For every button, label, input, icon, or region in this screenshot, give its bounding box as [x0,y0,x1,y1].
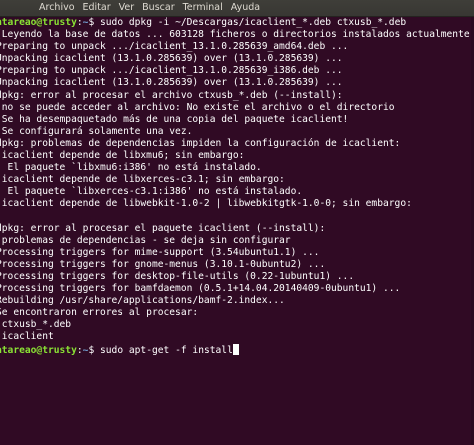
output-line: dpkg: error al procesar el paquete icacl… [0,222,326,234]
menu-archivo[interactable]: Archivo [35,0,79,16]
output-line: icaclient depende de libxerces-c3.1; sin… [0,174,285,186]
prompt-command: sudo apt-get -f install [100,344,233,356]
output-line: icaclient [0,331,54,343]
output-line: dpkg: error al procesar el archivo ctxus… [0,89,343,101]
command-prompt-line: atareao@trusty:~$ sudo apt-get -f instal… [0,343,474,356]
menu-editar[interactable]: Editar [79,0,115,16]
prompt-symbol: $ [88,17,95,28]
menu-ayuda[interactable]: Ayuda [227,0,264,16]
output-line: Rebuilding /usr/share/applications/bamf-… [0,295,285,307]
output-line: Se configurará solamente una vez. [0,125,193,137]
output-line: dpkg: problemas de dependencias impiden … [0,137,401,149]
output-line: El paquete `libxerces-c3.1:i386' no está… [0,186,303,198]
output-line: Unpacking icaclient (13.1.0.285639) over… [0,53,343,65]
output-line: (Leyendo la base de datos ... 603128 fic… [0,29,474,41]
output-line: Processing triggers for bamfdaemon (0.5.… [0,283,401,295]
output-line: Preparing to unpack .../icaclient_13.1.0… [0,65,343,77]
prompt-user: atareao@trusty [0,344,77,356]
output-line: no se puede acceder al archivo: No exist… [0,101,395,113]
menu-bar: Archivo Editar Ver Buscar Terminal Ayuda [0,0,474,17]
terminal-window: Archivo Editar Ver Buscar Terminal Ayuda… [0,0,474,445]
menu-terminal[interactable]: Terminal [179,0,227,16]
output-line: problemas de dependencias - se deja sin … [0,234,291,246]
menu-ver[interactable]: Ver [115,0,139,16]
menu-buscar[interactable]: Buscar [138,0,178,16]
output-line: Se encontraron errores al procesar: [0,307,199,319]
output-line: Processing triggers for gnome-menus (3.1… [0,258,326,270]
prompt-symbol: $ [88,344,95,356]
output-line: icaclient depende de libxmu6; sin embarg… [0,150,245,162]
output-line: Processing triggers for desktop-file-uti… [0,270,355,282]
text-cursor [232,343,239,355]
output-line: ctxusb_*.deb [0,319,72,331]
prompt-user: atareao@trusty [0,17,77,28]
output-line: Processing triggers for mime-support (3.… [0,246,320,258]
output-line: El paquete `libxmu6:i386' no está instal… [0,162,262,174]
output-line: Unpacking icaclient (13.1.0.285639) over… [0,77,343,89]
output-line: ¡Se ha desempaquetado más de una copia d… [0,113,349,125]
terminal-output[interactable]: atareao@trusty:~$ sudo dpkg -i ~/Descarg… [0,17,474,445]
output-line: icaclient depende de libwebkit-1.0-2 | l… [0,198,412,210]
output-line: Preparing to unpack .../icaclient_13.1.0… [0,41,349,53]
command-prompt-line: atareao@trusty:~$ sudo dpkg -i ~/Descarg… [0,17,474,29]
prompt-command: sudo dpkg -i ~/Descargas/icaclient_*.deb… [100,17,407,28]
